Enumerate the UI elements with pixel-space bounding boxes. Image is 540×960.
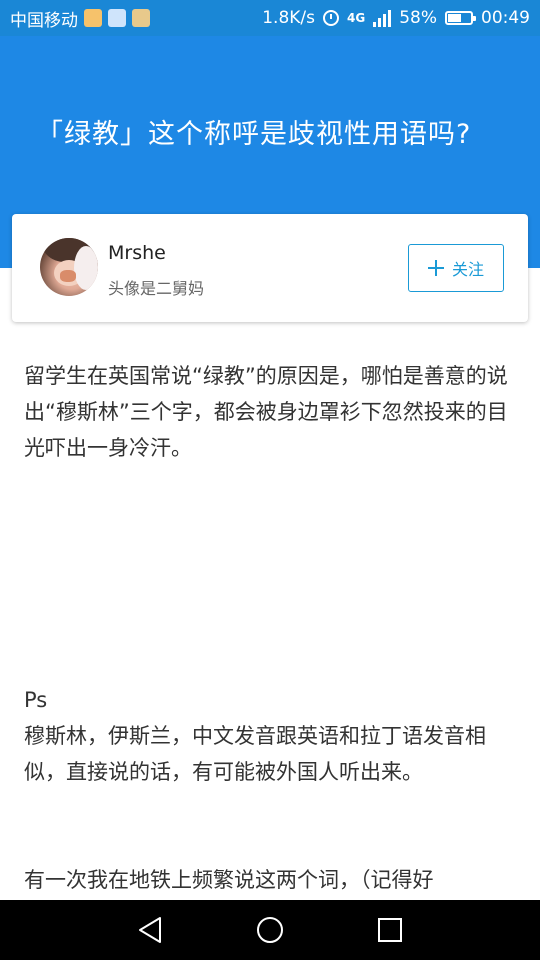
navigation-bar: [0, 900, 540, 960]
clock: 00:49: [481, 8, 530, 28]
notification-bird-icon: [108, 9, 126, 27]
avatar[interactable]: [40, 238, 98, 296]
plus-icon: [427, 260, 444, 276]
back-icon[interactable]: [134, 914, 166, 946]
battery-level: [448, 14, 461, 22]
follow-button[interactable]: 关注: [408, 244, 504, 292]
recent-apps-icon[interactable]: [374, 914, 406, 946]
signal-icon: [373, 9, 392, 27]
network-speed: 1.8K/s: [262, 8, 315, 28]
carrier-label: 中国移动: [10, 10, 78, 31]
question-title: 「绿教」这个称呼是歧视性用语吗?: [36, 119, 472, 150]
status-right: 1.8K/s 4G 58% 00:49: [262, 8, 530, 28]
author-name[interactable]: Mrshe: [108, 242, 166, 264]
avatar-sticker: [60, 270, 76, 282]
author-card[interactable]: Mrshe 头像是二舅妈 关注: [12, 214, 528, 322]
answer-paragraph: 穆斯林，伊斯兰，中文发音跟英语和拉丁语发音相似，直接说的话，有可能被外国人听出来…: [24, 724, 486, 784]
alarm-icon: [323, 10, 339, 26]
status-bar: 中国移动 1.8K/s 4G 58% 00:49: [0, 0, 540, 36]
author-bio: 头像是二舅妈: [108, 279, 205, 298]
battery-percent: 58%: [399, 8, 437, 28]
notification-lock-icon: [132, 9, 150, 27]
answer-paragraph: Ps: [24, 688, 48, 712]
status-left: 中国移动: [10, 6, 262, 31]
answer-paragraph: 有一次我在地铁上频繁说这两个词，（记得好: [24, 868, 434, 892]
notification-app-icon: [84, 9, 102, 27]
home-icon[interactable]: [254, 914, 286, 946]
battery-icon: [445, 11, 476, 25]
follow-label: 关注: [451, 260, 484, 279]
network-type-label: 4G: [347, 11, 366, 25]
answer-paragraph: 留学生在英国常说“绿教”的原因是，哪怕是善意的说出“穆斯林”三个字，都会被身边罩…: [24, 364, 508, 460]
avatar-highlight: [74, 246, 98, 290]
